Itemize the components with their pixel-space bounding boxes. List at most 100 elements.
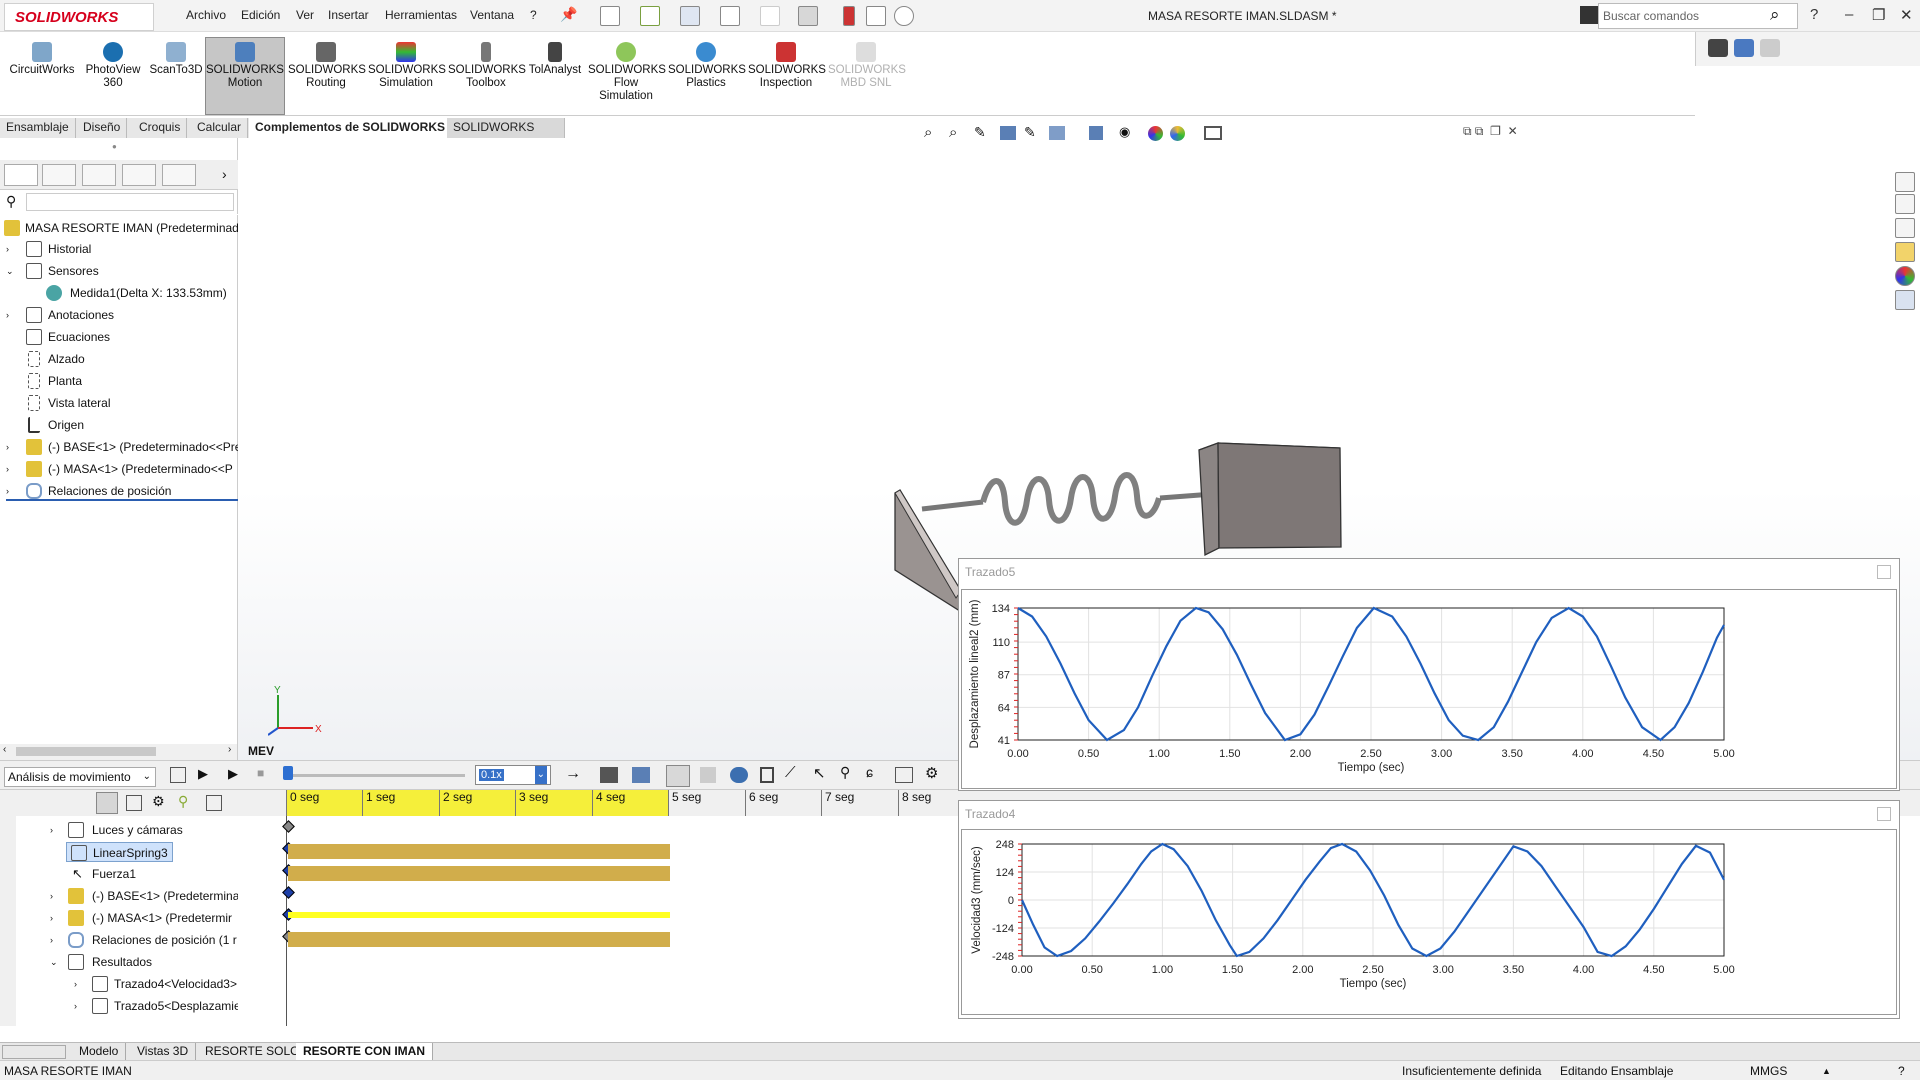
menu-edicion[interactable]: Edición xyxy=(241,8,280,22)
close-icon[interactable]: ✕ xyxy=(1900,6,1913,24)
save-animation-icon[interactable] xyxy=(600,767,618,783)
filter-animated-icon[interactable] xyxy=(96,792,118,814)
expand-icon[interactable]: › xyxy=(6,459,9,479)
ribbon-tolanalyst[interactable]: TolAnalyst xyxy=(526,42,584,77)
tree-item-base[interactable]: › (-) BASE<1> (Predeterminado<<Pre xyxy=(6,437,238,457)
playback-slider-track[interactable] xyxy=(285,774,465,777)
motion-item-trazado4[interactable]: › Trazado4<Velocidad3> xyxy=(74,974,238,994)
play-from-start-icon[interactable]: ▶ xyxy=(198,766,208,782)
restore-icon[interactable]: ❐ xyxy=(1872,6,1885,24)
tree-item-medida1[interactable]: Medida1(Delta X: 133.53mm) xyxy=(46,283,227,303)
motor-icon[interactable] xyxy=(730,767,748,783)
undo-icon[interactable] xyxy=(760,6,780,26)
calculate-icon[interactable] xyxy=(170,767,186,783)
camera-icon[interactable] xyxy=(1708,39,1728,57)
ribbon-flow-simulation[interactable]: SOLIDWORKS Flow Simulation xyxy=(588,42,666,103)
expand-icon[interactable]: › xyxy=(74,974,77,994)
close-icon[interactable] xyxy=(1877,807,1891,821)
motion-item-base[interactable]: › (-) BASE<1> (Predetermina xyxy=(50,886,238,906)
motion-item-fuerza1[interactable]: ↖ Fuerza1 xyxy=(66,864,136,884)
save-icon[interactable] xyxy=(680,6,700,26)
tab-complementos[interactable]: Complementos de SOLIDWORKS xyxy=(249,118,453,138)
menu-herramientas[interactable]: Herramientas xyxy=(385,8,457,22)
record-icon[interactable] xyxy=(1734,39,1754,57)
property-manager-tab-icon[interactable] xyxy=(42,164,76,186)
motion-item-masa[interactable]: › (-) MASA<1> (Predetermir xyxy=(50,908,238,928)
filter-selected-icon[interactable]: ⚙ xyxy=(152,793,165,810)
menu-insertar[interactable]: Insertar xyxy=(328,8,369,22)
play-icon[interactable]: ▶ xyxy=(228,766,238,782)
motion-item-linearspring3[interactable]: LinearSpring3 xyxy=(66,842,173,862)
menu-help[interactable]: ? xyxy=(530,8,537,22)
units-up-icon[interactable]: ▲ xyxy=(1822,1061,1831,1081)
hide-show-icon[interactable]: ◉ xyxy=(1119,124,1130,140)
tab-resorte-con-iman[interactable]: RESORTE CON IMAN xyxy=(296,1043,434,1061)
search-input[interactable]: Buscar comandos xyxy=(1598,3,1798,29)
motion-item-relaciones[interactable]: › Relaciones de posición (1 r xyxy=(50,930,238,950)
search-icon[interactable]: ⌕ xyxy=(1770,5,1780,25)
study-properties-icon[interactable]: ⚙ xyxy=(925,764,938,782)
mates-bar[interactable] xyxy=(288,932,670,947)
expand-icon[interactable]: › xyxy=(6,437,9,457)
select-icon[interactable] xyxy=(798,6,818,26)
feature-tree-scrollbar[interactable]: ‹ › xyxy=(0,744,238,760)
motion-tree-scrollbar[interactable] xyxy=(0,816,16,1026)
spring-icon[interactable] xyxy=(760,767,774,783)
tab-resorte-solo[interactable]: RESORTE SOLO xyxy=(198,1043,308,1061)
screenshot-icon[interactable] xyxy=(1760,39,1780,57)
display-style-icon[interactable] xyxy=(1089,126,1103,140)
damper-icon[interactable]: ⟋ xyxy=(785,764,796,781)
app-logo[interactable]: SOLIDWORKS xyxy=(4,3,154,31)
collapse-icon[interactable]: ⌄ xyxy=(50,952,58,972)
file-properties-icon[interactable] xyxy=(866,6,886,26)
ribbon-scanto3d[interactable]: ScanTo3D xyxy=(148,42,204,77)
tab-croquis[interactable]: Croquis xyxy=(133,118,188,138)
help-icon[interactable]: ? xyxy=(1810,6,1818,23)
zoom-fit-icon[interactable]: ⌕ xyxy=(924,124,932,141)
playback-speed-select[interactable]: 0.1x ⌄ xyxy=(475,765,551,785)
tree-item-sensores[interactable]: ⌄ Sensores xyxy=(6,261,99,281)
rebuild-icon[interactable] xyxy=(843,6,855,26)
ribbon-inspection[interactable]: SOLIDWORKS Inspection xyxy=(748,42,826,90)
open-icon[interactable] xyxy=(640,6,660,26)
results-plots-icon[interactable] xyxy=(895,767,913,783)
keyframe[interactable] xyxy=(282,886,295,899)
playback-slider-thumb[interactable] xyxy=(283,766,293,780)
previous-view-icon[interactable]: ✎ xyxy=(974,124,986,141)
motion-item-trazado5[interactable]: › Trazado5<Desplazamie xyxy=(74,996,238,1016)
new-document-icon[interactable] xyxy=(600,6,620,26)
print-icon[interactable] xyxy=(720,6,740,26)
filter-icon[interactable]: ⚲ xyxy=(6,193,16,210)
tab-calcular[interactable]: Calcular xyxy=(191,118,249,138)
ribbon-circuitworks[interactable]: CircuitWorks xyxy=(6,42,78,77)
feature-tree-tab-icon[interactable] xyxy=(4,164,38,186)
ribbon-photoview[interactable]: PhotoView 360 xyxy=(82,42,144,90)
custom-properties-icon[interactable] xyxy=(1895,290,1915,310)
spring-bar[interactable] xyxy=(288,844,670,859)
tree-item-vista-lateral[interactable]: Vista lateral xyxy=(6,393,110,413)
tree-root[interactable]: MASA RESORTE IMAN (Predeterminado xyxy=(4,218,238,238)
filter-input[interactable] xyxy=(26,193,234,211)
view-orientation-icon[interactable] xyxy=(1049,126,1065,140)
ribbon-simulation[interactable]: SOLIDWORKS Simulation xyxy=(368,42,446,90)
scene-icon[interactable] xyxy=(1170,126,1185,141)
motion-item-luces[interactable]: › Luces y cámaras xyxy=(50,820,183,840)
tree-item-ecuaciones[interactable]: Ecuaciones xyxy=(6,327,110,347)
zoom-area-icon[interactable]: ⌕ xyxy=(949,124,957,141)
tree-item-masa[interactable]: › (-) MASA<1> (Predeterminado<<P xyxy=(6,459,238,479)
view-settings-icon[interactable] xyxy=(1204,126,1222,140)
expand-icon[interactable]: › xyxy=(74,996,77,1016)
plot-chart[interactable]: 0.00 0.50 1.00 1.50 2.00 2.50 3.00 3.50 4.00 4.50… xyxy=(962,590,1896,788)
tab-mbd[interactable]: SOLIDWORKS MBD xyxy=(447,118,565,153)
scroll-thumb[interactable] xyxy=(16,747,156,756)
ribbon-routing[interactable]: SOLIDWORKS Routing xyxy=(288,42,366,90)
filter-results-icon[interactable]: ⚲ xyxy=(178,793,188,810)
tab-scroll-buttons[interactable] xyxy=(2,1045,66,1059)
collapse-all-icon[interactable] xyxy=(206,795,222,811)
autokey-icon[interactable] xyxy=(666,765,690,787)
plot-window-trazado4[interactable]: Trazado4 0.00 0.50 1.00 1.50 2.00 2.50 3.00 3.5… xyxy=(958,800,1900,1019)
expand-icon[interactable]: › xyxy=(50,930,53,950)
collapse-icon[interactable]: ⌄ xyxy=(6,261,14,281)
tab-vistas-3d[interactable]: Vistas 3D xyxy=(130,1043,197,1061)
tree-item-historial[interactable]: › Historial xyxy=(6,239,91,259)
